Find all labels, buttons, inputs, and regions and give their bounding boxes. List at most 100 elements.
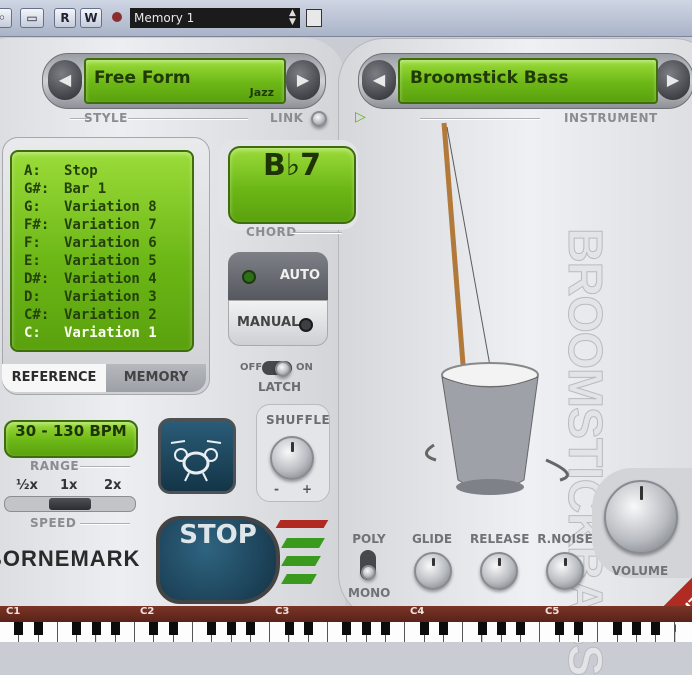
host-toolbar: ◦ ▭ R W Memory 1 ▲▼ xyxy=(0,0,692,37)
reference-item-key: A: xyxy=(24,162,64,180)
piano-black-key[interactable] xyxy=(304,622,313,635)
speed-option-2x[interactable]: 2x xyxy=(104,478,121,493)
shuffle-knob[interactable] xyxy=(270,436,314,480)
reference-item[interactable]: F:Variation 6 xyxy=(24,234,157,252)
reference-item[interactable]: D:Variation 3 xyxy=(24,288,157,306)
octave-label-c3: C3 xyxy=(275,606,289,617)
reference-item[interactable]: G:Variation 8 xyxy=(24,198,157,216)
latch-toggle[interactable] xyxy=(262,361,292,375)
reference-item-key: F: xyxy=(24,234,64,252)
piano-black-key[interactable] xyxy=(92,622,101,635)
piano-black-key[interactable] xyxy=(651,622,660,635)
reference-item[interactable]: C:Variation 1 xyxy=(24,324,157,342)
reference-list: A:StopG#:Bar 1G:Variation 8F#:Variation … xyxy=(10,150,194,352)
reference-item-key: C#: xyxy=(24,306,64,324)
stop-button[interactable]: STOP xyxy=(156,516,280,604)
piano-black-key[interactable] xyxy=(478,622,487,635)
reference-item-key: D: xyxy=(24,288,64,306)
glide-knob[interactable] xyxy=(414,552,452,590)
manual-button[interactable]: MANUAL xyxy=(228,300,328,346)
reference-item-name: Bar 1 xyxy=(64,181,106,197)
auto-led-icon xyxy=(242,270,256,284)
tempo-indicator-red xyxy=(276,520,329,528)
instrument-prev-button[interactable]: ◀ xyxy=(362,60,396,100)
drum-kit-button[interactable] xyxy=(158,418,236,494)
piano-black-key[interactable] xyxy=(632,622,641,635)
piano-black-key[interactable] xyxy=(169,622,178,635)
piano-black-key[interactable] xyxy=(207,622,216,635)
chord-label: CHORD xyxy=(246,225,297,239)
speed-selector[interactable] xyxy=(4,496,136,512)
poly-label: POLY xyxy=(352,532,386,546)
piano-black-key[interactable] xyxy=(14,622,23,635)
poly-mono-switch[interactable] xyxy=(360,550,376,580)
speed-option-half[interactable]: ½x xyxy=(16,478,38,493)
tempo-indicator-green-2 xyxy=(281,556,321,566)
piano-black-key[interactable] xyxy=(613,622,622,635)
piano-black-key[interactable] xyxy=(497,622,506,635)
piano-black-key[interactable] xyxy=(149,622,158,635)
latch-on-label: ON xyxy=(296,362,313,373)
octave-label-c1: C1 xyxy=(6,606,20,617)
piano-black-key[interactable] xyxy=(246,622,255,635)
style-name: Free Form xyxy=(94,68,191,88)
reference-item-name: Variation 3 xyxy=(64,289,157,305)
tab-reference[interactable]: REFERENCE xyxy=(2,364,106,392)
range-label: RANGE xyxy=(30,459,79,473)
piano-black-key[interactable] xyxy=(362,622,371,635)
reference-item-name: Variation 7 xyxy=(64,217,157,233)
piano-white-key[interactable] xyxy=(676,622,692,642)
chord-display: B♭7 xyxy=(228,146,356,224)
piano-black-key[interactable] xyxy=(72,622,81,635)
write-automation-button[interactable]: W xyxy=(80,8,102,28)
instrument-name: Broomstick Bass xyxy=(410,68,568,88)
piano-black-key[interactable] xyxy=(516,622,525,635)
stop-label: STOP xyxy=(160,520,276,550)
instrument-next-button[interactable]: ▶ xyxy=(656,60,690,100)
piano-black-key[interactable] xyxy=(555,622,564,635)
reference-item[interactable]: A:Stop xyxy=(24,162,157,180)
auto-label: AUTO xyxy=(280,268,320,283)
range-display[interactable]: 30 - 130 BPM xyxy=(4,420,138,458)
piano-black-key[interactable] xyxy=(381,622,390,635)
chord-value: B♭7 xyxy=(230,148,354,183)
reference-item-name: Variation 5 xyxy=(64,253,157,269)
reference-item[interactable]: F#:Variation 7 xyxy=(24,216,157,234)
piano-black-key[interactable] xyxy=(285,622,294,635)
reference-item[interactable]: D#:Variation 4 xyxy=(24,270,157,288)
style-prev-button[interactable]: ◀ xyxy=(48,60,82,100)
save-memory-icon[interactable] xyxy=(306,9,322,27)
auto-button[interactable]: AUTO xyxy=(228,252,328,300)
style-next-button[interactable]: ▶ xyxy=(286,60,320,100)
reference-item-name: Variation 1 xyxy=(64,325,157,341)
link-label: LINK xyxy=(270,111,303,125)
read-automation-button[interactable]: R xyxy=(54,8,76,28)
reference-item[interactable]: E:Variation 5 xyxy=(24,252,157,270)
reference-item[interactable]: C#:Variation 2 xyxy=(24,306,157,324)
memory-stepper-icon[interactable]: ▲▼ xyxy=(289,9,299,27)
latch-toggle-thumb xyxy=(275,361,291,377)
latch-label: LATCH xyxy=(258,380,301,394)
latch-off-label: OFF xyxy=(240,362,262,373)
piano-black-key[interactable] xyxy=(574,622,583,635)
piano-black-key[interactable] xyxy=(439,622,448,635)
reference-item-key: G#: xyxy=(24,180,64,198)
power-button[interactable]: ◦ xyxy=(0,8,12,28)
piano-black-key[interactable] xyxy=(420,622,429,635)
piano-black-key[interactable] xyxy=(227,622,236,635)
volume-knob[interactable] xyxy=(604,480,678,554)
memory-select[interactable]: Memory 1 xyxy=(130,8,300,28)
reference-item[interactable]: G#:Bar 1 xyxy=(24,180,157,198)
style-label: STYLE xyxy=(84,111,128,125)
style-genre: Jazz xyxy=(250,86,274,99)
piano-black-key[interactable] xyxy=(342,622,351,635)
octave-label-c2: C2 xyxy=(140,606,154,617)
speed-option-1x[interactable]: 1x xyxy=(60,478,77,493)
piano-black-key[interactable] xyxy=(34,622,43,635)
release-knob[interactable] xyxy=(480,552,518,590)
rnoise-knob[interactable] xyxy=(546,552,584,590)
link-toggle[interactable] xyxy=(311,111,327,127)
window-button[interactable]: ▭ xyxy=(20,8,44,28)
piano-black-key[interactable] xyxy=(111,622,120,635)
tab-memory[interactable]: MEMORY xyxy=(106,364,206,392)
